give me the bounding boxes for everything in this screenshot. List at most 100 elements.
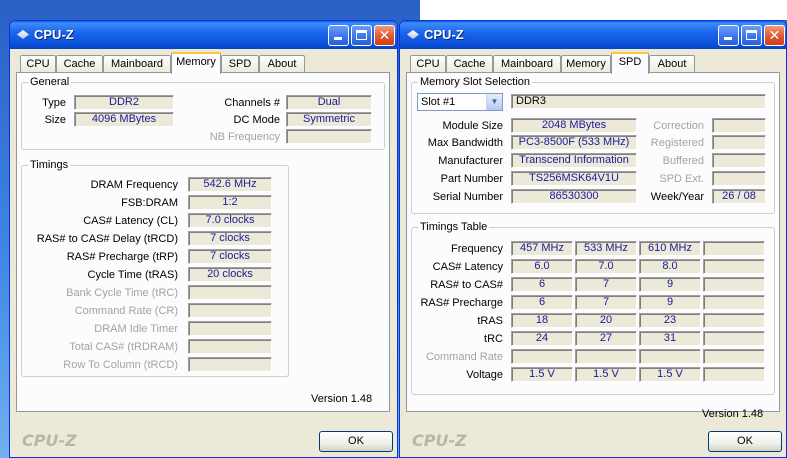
timings-table-cell [511, 349, 573, 364]
version-label: Version 1.48 [702, 408, 764, 420]
buffered-label: Buffered [662, 155, 704, 167]
title-bar[interactable]: CPU-Z ✕ [10, 21, 397, 49]
version-label: Version 1.48 [311, 393, 373, 405]
timings-group-label: Timings [28, 158, 71, 172]
serial-number-value: 86530300 [511, 189, 637, 204]
maximize-button[interactable] [351, 25, 372, 46]
timings-table-group: Timings Table Frequency 457 MHz 533 MHz 610… [411, 220, 775, 395]
tab-spd[interactable]: SPD [611, 52, 649, 74]
timings-table-row-label: Command Rate [425, 351, 503, 363]
tab-memory[interactable]: Memory [561, 55, 611, 73]
desktop-window-strip [420, 0, 787, 20]
timings-table-cell: 1.5 V [639, 367, 701, 382]
type-value: DDR2 [74, 95, 174, 110]
timings-table-cell: 6 [511, 295, 573, 310]
slot-memory-type: DDR3 [511, 94, 766, 109]
timings-table-cell: 533 MHz [575, 241, 637, 256]
timings-table-cell [703, 367, 765, 382]
tab-spd[interactable]: SPD [221, 55, 259, 73]
timings-table-cell: 7 [575, 277, 637, 292]
cpuz-window-spd: CPU-Z ✕ CPU Cache Mainboard Memory SPD A… [399, 20, 787, 458]
ok-button[interactable]: OK [708, 431, 782, 452]
general-group: General Type DDR2 Size 4096 MBytes Chann… [21, 75, 385, 150]
close-button[interactable]: ✕ [374, 25, 395, 46]
cpuz-brand: CPU-Z [22, 431, 77, 450]
correction-value [712, 118, 766, 133]
timings-table-cell: 7.0 [575, 259, 637, 274]
timings-table-cell: 20 [575, 313, 637, 328]
tab-memory[interactable]: Memory [171, 52, 221, 74]
module-size-value: 2048 MBytes [511, 118, 637, 133]
timings-table-cell: 7 [575, 295, 637, 310]
timing-value: 542.6 MHz [188, 177, 272, 192]
cpuz-window-memory: CPU-Z ✕ CPU Cache Mainboard Memory SPD A… [9, 20, 398, 458]
tab-cache[interactable]: Cache [446, 55, 493, 73]
timings-table-cell: 9 [639, 277, 701, 292]
timings-table-cell: 1.5 V [575, 367, 637, 382]
cpuz-brand: CPU-Z [412, 431, 467, 450]
tab-about[interactable]: About [649, 55, 695, 73]
timings-table-cell [703, 331, 765, 346]
minimize-icon [334, 37, 342, 40]
timings-table-cell [703, 241, 765, 256]
tab-cpu[interactable]: CPU [20, 55, 56, 73]
timings-table-row-label: Frequency [451, 243, 503, 255]
maximize-icon [356, 30, 367, 40]
timing-value: 7.0 clocks [188, 213, 272, 228]
tab-mainboard[interactable]: Mainboard [103, 55, 171, 73]
serial-number-label: Serial Number [432, 191, 503, 203]
timing-label: DRAM Idle Timer [94, 323, 178, 335]
cpuz-app-icon [407, 30, 419, 39]
minimize-button[interactable] [718, 25, 739, 46]
slot-select[interactable]: Slot #1 ▼ [417, 93, 503, 111]
timings-table-cell [703, 295, 765, 310]
dc-mode-value: Symmetric [286, 112, 372, 127]
tab-about[interactable]: About [259, 55, 305, 73]
spd-ext-value [712, 171, 766, 186]
timing-label: Command Rate (CR) [74, 305, 178, 317]
timing-label: DRAM Frequency [90, 179, 178, 191]
timings-table-cell: 18 [511, 313, 573, 328]
manufacturer-value: Transcend Information [511, 153, 637, 168]
chevron-down-icon[interactable]: ▼ [486, 94, 502, 110]
timing-label: Total CAS# (tRDRAM) [69, 341, 178, 353]
timings-table-cell [703, 277, 765, 292]
timings-table-row-label: tRAS [477, 315, 503, 327]
maximize-button[interactable] [741, 25, 762, 46]
spd-ext-label: SPD Ext. [659, 173, 704, 185]
cpuz-app-icon [17, 30, 29, 39]
memory-slot-group: Memory Slot Selection Slot #1 ▼ DDR3 Mod… [411, 75, 775, 214]
minimize-button[interactable] [328, 25, 349, 46]
window-title: CPU-Z [424, 27, 464, 42]
spd-tab-panel: Memory Slot Selection Slot #1 ▼ DDR3 Mod… [406, 72, 780, 420]
timings-table-cell: 23 [639, 313, 701, 328]
channels-label: Channels # [224, 97, 280, 109]
title-bar[interactable]: CPU-Z ✕ [400, 21, 786, 49]
memory-tab-panel: General Type DDR2 Size 4096 MBytes Chann… [16, 72, 390, 412]
memory-slot-group-label: Memory Slot Selection [418, 75, 533, 89]
registered-label: Registered [650, 137, 704, 149]
timings-table-cell [703, 313, 765, 328]
timings-table-cell: 6.0 [511, 259, 573, 274]
close-icon: ✕ [378, 27, 391, 43]
correction-label: Correction [653, 120, 704, 132]
tab-mainboard[interactable]: Mainboard [493, 55, 561, 73]
tab-cache[interactable]: Cache [56, 55, 103, 73]
timings-table-cell [575, 349, 637, 364]
timings-table-cell [703, 259, 765, 274]
timing-label: FSB:DRAM [121, 197, 178, 209]
channels-value: Dual [286, 95, 372, 110]
timings-table-cell: 6 [511, 277, 573, 292]
timings-table-cell: 1.5 V [511, 367, 573, 382]
timing-label: Cycle Time (tRAS) [87, 269, 178, 281]
tab-cpu[interactable]: CPU [410, 55, 446, 73]
close-icon: ✕ [768, 27, 781, 43]
close-button[interactable]: ✕ [764, 25, 785, 46]
timings-table-cell: 24 [511, 331, 573, 346]
timing-value [188, 303, 272, 318]
timings-table-row-label: RAS# Precharge [420, 297, 503, 309]
timings-table-cell: 610 MHz [639, 241, 701, 256]
size-label: Size [44, 114, 66, 126]
timings-table-cell [703, 349, 765, 364]
ok-button[interactable]: OK [319, 431, 393, 452]
